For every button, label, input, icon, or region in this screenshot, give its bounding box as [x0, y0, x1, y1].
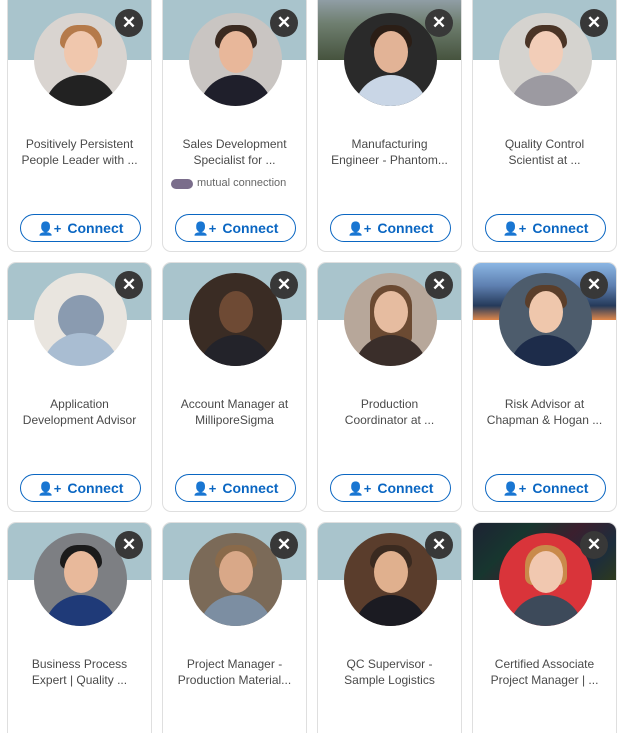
add-person-icon: 👤+ — [192, 220, 217, 236]
dismiss-button[interactable]: ✕ — [270, 9, 298, 37]
connect-button[interactable]: 👤+ Connect — [20, 474, 141, 502]
person-card[interactable]: ✕ QC Supervisor - Sample Logistics — [317, 522, 462, 733]
close-icon: ✕ — [121, 275, 137, 294]
person-card[interactable]: ✕ Manufacturing Engineer - Phantom... 👤+… — [317, 0, 462, 252]
close-icon: ✕ — [586, 13, 602, 32]
connect-button[interactable]: 👤+ Connect — [20, 214, 141, 242]
person-headline: Project Manager - Production Material... — [177, 657, 292, 687]
close-icon: ✕ — [431, 275, 447, 294]
person-headline: Quality Control Scientist at ... — [504, 137, 585, 167]
add-person-icon: 👤+ — [502, 480, 527, 496]
person-card[interactable]: ✕ Application Development Advisor 👤+ Con… — [7, 262, 152, 512]
avatar[interactable] — [499, 13, 592, 106]
dismiss-button[interactable]: ✕ — [115, 271, 143, 299]
dismiss-button[interactable]: ✕ — [580, 531, 608, 559]
person-headline: QC Supervisor - Sample Logistics — [344, 657, 435, 687]
avatar[interactable] — [344, 273, 437, 366]
avatar[interactable] — [499, 533, 592, 626]
dismiss-button[interactable]: ✕ — [580, 271, 608, 299]
dismiss-button[interactable]: ✕ — [425, 271, 453, 299]
add-person-icon: 👤+ — [347, 480, 372, 496]
avatar[interactable] — [189, 13, 282, 106]
dismiss-button[interactable]: ✕ — [115, 531, 143, 559]
close-icon: ✕ — [121, 13, 137, 32]
dismiss-button[interactable]: ✕ — [425, 9, 453, 37]
dismiss-button[interactable]: ✕ — [115, 9, 143, 37]
person-headline: Application Development Advisor — [22, 397, 137, 427]
close-icon: ✕ — [431, 13, 447, 32]
dismiss-button[interactable]: ✕ — [425, 531, 453, 559]
avatar[interactable] — [344, 533, 437, 626]
avatar[interactable] — [34, 533, 127, 626]
people-suggestions-grid: ✕ Positively Persistent People Leader wi… — [0, 0, 622, 733]
person-card[interactable]: ✕ Sales Development Specialist for ... m… — [162, 0, 307, 252]
person-card[interactable]: ✕ Certified Associate Project Manager | … — [472, 522, 617, 733]
avatar[interactable] — [499, 273, 592, 366]
person-card[interactable]: ✕ Business Process Expert | Quality ... — [7, 522, 152, 733]
person-headline: Positively Persistent People Leader with… — [21, 137, 138, 167]
connect-button[interactable]: 👤+ Connect — [175, 214, 296, 242]
dismiss-button[interactable]: ✕ — [270, 271, 298, 299]
connect-button[interactable]: 👤+ Connect — [485, 214, 606, 242]
avatar[interactable] — [344, 13, 437, 106]
person-headline: Manufacturing Engineer - Phantom... — [331, 137, 448, 167]
person-card[interactable]: ✕ Risk Advisor at Chapman & Hogan ... 👤+… — [472, 262, 617, 512]
add-person-icon: 👤+ — [502, 220, 527, 236]
mutual-avatars-icon — [171, 178, 193, 189]
avatar[interactable] — [189, 273, 282, 366]
dismiss-button[interactable]: ✕ — [580, 9, 608, 37]
connect-button[interactable]: 👤+ Connect — [175, 474, 296, 502]
person-card[interactable]: ✕ Positively Persistent People Leader wi… — [7, 0, 152, 252]
add-person-icon: 👤+ — [347, 220, 372, 236]
person-headline: Production Coordinator at ... — [344, 397, 435, 427]
person-card[interactable]: ✕ Production Coordinator at ... 👤+ Conne… — [317, 262, 462, 512]
connect-button[interactable]: 👤+ Connect — [330, 214, 451, 242]
dismiss-button[interactable]: ✕ — [270, 531, 298, 559]
avatar-placeholder[interactable] — [34, 273, 127, 366]
close-icon: ✕ — [586, 275, 602, 294]
person-card[interactable]: ✕ Project Manager - Production Material.… — [162, 522, 307, 733]
avatar[interactable] — [189, 533, 282, 626]
person-card[interactable]: ✕ Account Manager at MilliporeSigma 👤+ C… — [162, 262, 307, 512]
close-icon: ✕ — [431, 535, 447, 554]
connect-button[interactable]: 👤+ Connect — [485, 474, 606, 502]
close-icon: ✕ — [276, 275, 292, 294]
add-person-icon: 👤+ — [192, 480, 217, 496]
person-headline: Certified Associate Project Manager | ..… — [490, 657, 599, 687]
close-icon: ✕ — [121, 535, 137, 554]
add-person-icon: 👤+ — [37, 480, 62, 496]
connect-button[interactable]: 👤+ Connect — [330, 474, 451, 502]
person-headline: Sales Development Specialist for ... — [182, 137, 287, 167]
person-headline: Business Process Expert | Quality ... — [31, 657, 128, 687]
mutual-connection-info: mutual connection — [171, 177, 298, 190]
close-icon: ✕ — [276, 535, 292, 554]
avatar[interactable] — [34, 13, 127, 106]
close-icon: ✕ — [586, 535, 602, 554]
add-person-icon: 👤+ — [37, 220, 62, 236]
close-icon: ✕ — [276, 13, 292, 32]
person-headline: Account Manager at MilliporeSigma — [180, 397, 289, 427]
person-card[interactable]: ✕ Quality Control Scientist at ... 👤+ Co… — [472, 0, 617, 252]
person-headline: Risk Advisor at Chapman & Hogan ... — [486, 397, 603, 427]
